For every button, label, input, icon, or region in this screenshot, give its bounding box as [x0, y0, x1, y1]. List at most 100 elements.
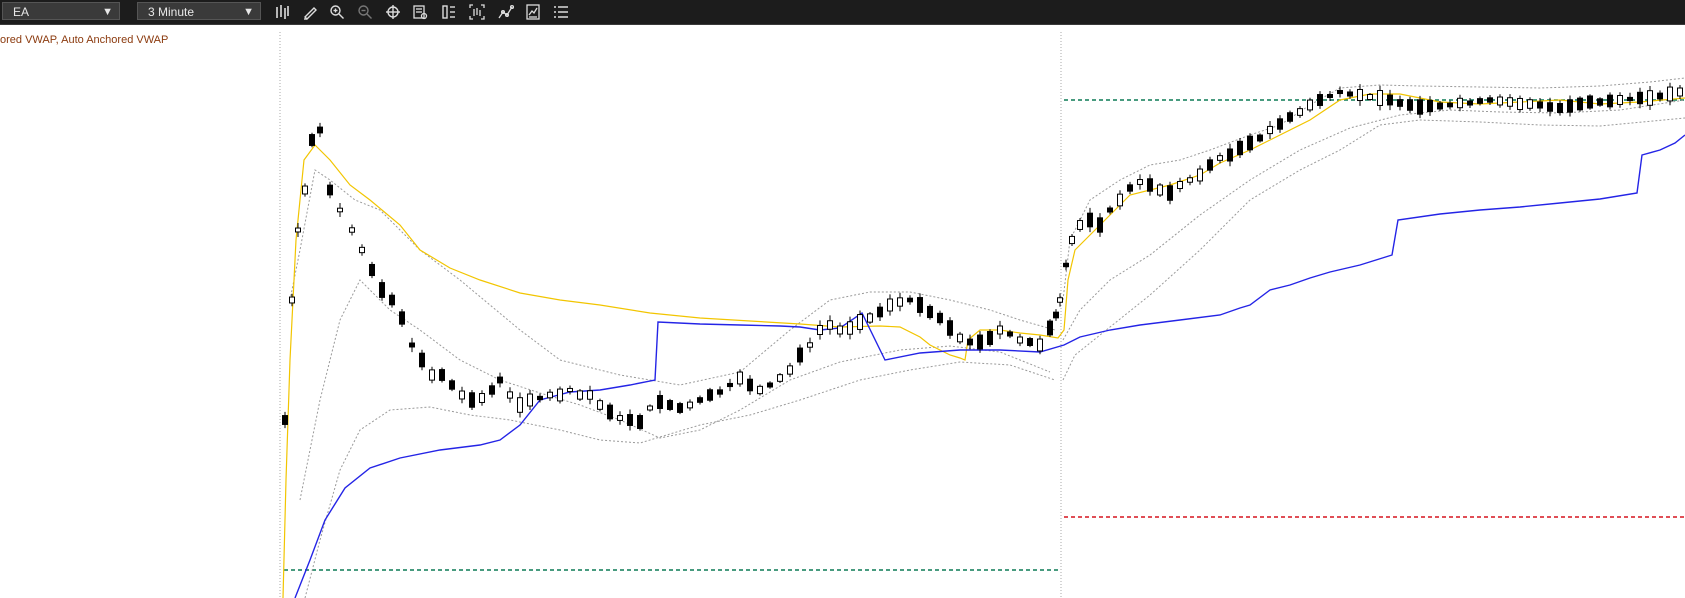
- candle-body: [547, 391, 553, 399]
- candle-body: [1397, 99, 1403, 107]
- candle-body: [1567, 99, 1573, 113]
- candle-body: [429, 369, 435, 381]
- candle-body: [1407, 99, 1413, 111]
- candle-body: [1077, 220, 1083, 230]
- candle-body: [439, 369, 445, 381]
- candle-body: [419, 352, 425, 368]
- zoom-out-icon[interactable]: [356, 3, 374, 21]
- candle-body: [517, 397, 523, 413]
- candle-body: [327, 184, 333, 196]
- candle-body: [837, 325, 843, 335]
- chart-style-icon[interactable]: [468, 3, 486, 21]
- candle-body: [577, 390, 583, 400]
- candle-body: [1677, 87, 1683, 97]
- band-lowest-left: [304, 361, 1056, 598]
- price-chart[interactable]: [0, 25, 1685, 598]
- candle-body: [1477, 98, 1483, 104]
- candle-body: [917, 297, 923, 313]
- candle-body: [867, 313, 873, 323]
- candle-body: [1053, 311, 1059, 319]
- candle-body: [737, 371, 743, 385]
- candle-body: [777, 374, 783, 382]
- candle-body: [1027, 338, 1033, 346]
- candle-body: [1037, 338, 1043, 352]
- candle-body: [459, 390, 465, 400]
- candle-body: [1467, 100, 1473, 106]
- candle-body: [1597, 98, 1603, 106]
- candle-body: [295, 227, 301, 233]
- candle-body: [1337, 89, 1343, 95]
- candle-body: [607, 404, 613, 420]
- candle-body: [1627, 96, 1633, 102]
- properties-icon[interactable]: [440, 3, 458, 21]
- candle-body: [317, 126, 323, 134]
- object-list-icon[interactable]: [552, 3, 570, 21]
- candle-body: [997, 325, 1003, 335]
- vwap-yellow-line: [282, 93, 1685, 598]
- candle-body: [967, 338, 973, 346]
- candle-body: [1417, 99, 1423, 115]
- band-lower-right: [1062, 117, 1685, 381]
- candle-body: [1157, 184, 1163, 196]
- candle-body: [1047, 320, 1053, 336]
- candle-body: [289, 296, 295, 304]
- candle-body: [449, 380, 455, 390]
- symbol-selector[interactable]: EA ▼: [2, 2, 120, 20]
- candle-body: [1127, 184, 1133, 192]
- candle-body: [787, 365, 793, 375]
- interval-value: 3 Minute: [148, 5, 195, 19]
- candle-body: [1177, 180, 1183, 190]
- candle-body: [1257, 134, 1263, 142]
- candle-body: [302, 185, 308, 195]
- candle-body: [1497, 96, 1503, 106]
- data-box-icon[interactable]: [411, 3, 429, 21]
- candle-body: [1117, 193, 1123, 207]
- candle-body: [1367, 93, 1373, 101]
- candle-body: [1217, 155, 1223, 161]
- candle-body: [1437, 102, 1443, 110]
- candle-body: [817, 325, 823, 335]
- candle-body: [369, 263, 375, 277]
- candle-body: [887, 298, 893, 312]
- candle-body: [1457, 97, 1463, 109]
- candle-body: [1547, 102, 1553, 112]
- candle-body: [1607, 94, 1613, 108]
- candle-body: [537, 395, 543, 401]
- candle-body: [1317, 94, 1323, 106]
- candle-body: [1017, 336, 1023, 344]
- candle-body: [757, 385, 763, 395]
- interval-selector[interactable]: 3 Minute ▼: [137, 2, 261, 20]
- candle-body: [1587, 95, 1593, 109]
- candle-body: [1137, 179, 1143, 185]
- candle-body: [479, 393, 485, 403]
- candle-body: [399, 311, 405, 325]
- chart-toolbar: EA ▼ 3 Minute ▼: [0, 0, 1685, 25]
- candle-body: [707, 389, 713, 401]
- candle-body: [627, 414, 633, 426]
- candle-body: [687, 401, 693, 409]
- candle-body: [597, 400, 603, 410]
- chevron-down-icon: ▼: [102, 6, 113, 18]
- candle-body: [1357, 88, 1363, 102]
- candle-body: [747, 378, 753, 392]
- crosshair-icon[interactable]: [384, 3, 402, 21]
- candle-body: [1657, 92, 1663, 100]
- vwap-blue-line: [294, 134, 1685, 598]
- candle-body: [379, 282, 385, 298]
- strategy-icon[interactable]: [524, 3, 542, 21]
- candle-body: [489, 385, 495, 395]
- candle-body: [359, 246, 365, 254]
- candle-body: [1617, 95, 1623, 105]
- draw-pencil-icon[interactable]: [301, 3, 319, 21]
- candle-body: [1577, 97, 1583, 111]
- zoom-in-icon[interactable]: [328, 3, 346, 21]
- candle-body: [567, 387, 573, 393]
- candle-body: [1527, 99, 1533, 109]
- candle-body: [497, 376, 503, 384]
- candle-body: [1487, 97, 1493, 103]
- candle-body: [1069, 235, 1075, 245]
- bar-type-icon[interactable]: [273, 3, 291, 21]
- candle-body: [907, 297, 913, 303]
- indicators-icon[interactable]: [497, 3, 515, 21]
- candle-body: [1287, 112, 1293, 122]
